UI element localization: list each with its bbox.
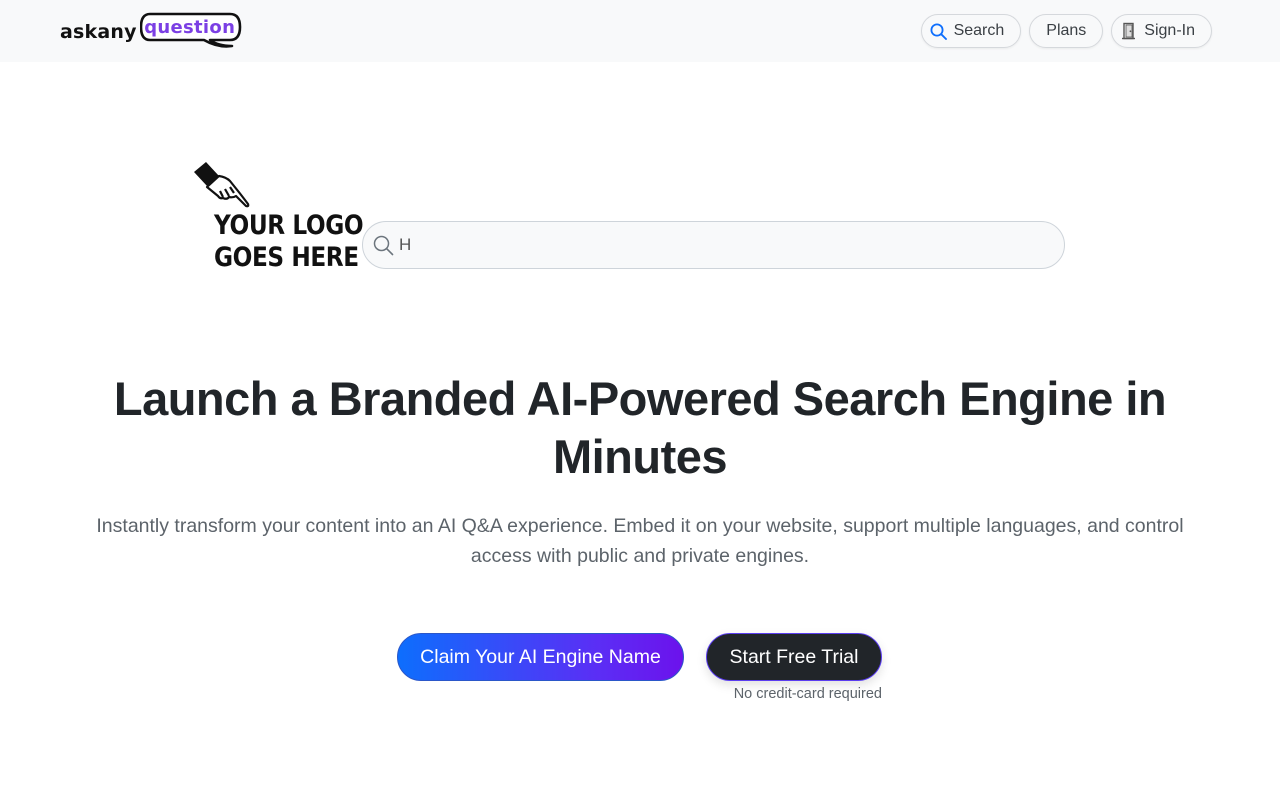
hero-subtitle-line2: access with public and private engines. — [470, 545, 810, 567]
logo-text-line2: GOES HERE — [214, 242, 359, 273]
pointing-hand-icon — [192, 160, 254, 215]
door-icon — [1120, 22, 1138, 40]
hero-subtitle: Instantly transform your content into an… — [90, 511, 1190, 571]
nav-search-button[interactable]: Search — [920, 14, 1022, 48]
search-icon — [930, 22, 948, 40]
nav-signin-label: Sign-In — [1144, 22, 1195, 39]
brand-prefix: askany — [60, 21, 137, 43]
brand-highlight: question — [144, 16, 236, 38]
top-navbar: askany question Search Plans Sign-In — [0, 0, 1280, 62]
hero-title: Launch a Branded AI-Powered Search Engin… — [60, 370, 1220, 486]
engine-logo-placeholder: YOUR LOGO GOES HERE — [190, 158, 364, 280]
hero-title-line1: Launch a Branded AI-Powered Search Engin… — [113, 372, 1167, 425]
hero-title-line2: Minutes — [552, 430, 728, 483]
claim-engine-name-button[interactable]: Claim Your AI Engine Name — [397, 633, 684, 681]
engine-search-box — [362, 221, 1065, 269]
brand-logo[interactable]: askany question — [60, 12, 244, 52]
search-icon — [373, 235, 394, 261]
nav-buttons: Search Plans Sign-In — [920, 14, 1212, 48]
nav-signin-button[interactable]: Sign-In — [1111, 14, 1212, 48]
hero-subtitle-line1: Instantly transform your content into an… — [96, 515, 1184, 537]
nav-plans-button[interactable]: Plans — [1029, 14, 1104, 48]
nav-search-label: Search — [953, 22, 1005, 39]
no-credit-card-note: No credit-card required — [733, 686, 882, 702]
nav-plans-label: Plans — [1046, 22, 1087, 39]
logo-placeholder-text: YOUR LOGO GOES HERE — [214, 210, 364, 274]
start-free-trial-button[interactable]: Start Free Trial — [706, 633, 882, 681]
logo-text-line1: YOUR LOGO — [214, 210, 364, 241]
engine-search-input[interactable] — [363, 222, 1064, 268]
brand-speech-bubble: question — [139, 12, 244, 52]
